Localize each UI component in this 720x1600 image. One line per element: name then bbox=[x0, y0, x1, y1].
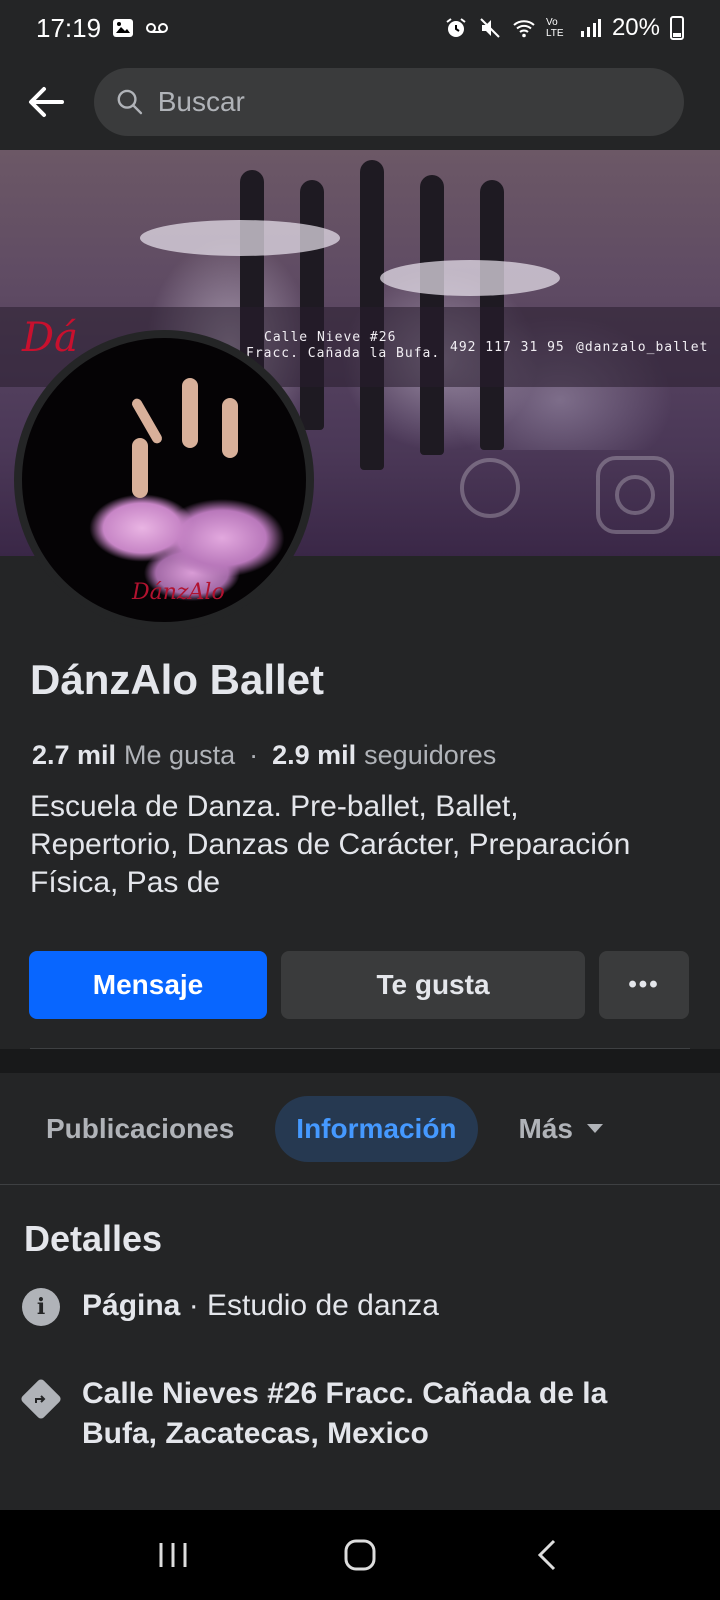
cover-address-line1: Calle Nieve #26 bbox=[264, 330, 397, 345]
detail-address[interactable]: Calle Nieves #26 Fracc. Cañada de la Buf… bbox=[19, 1374, 682, 1454]
recent-apps-icon bbox=[159, 1543, 187, 1567]
cover-tutu bbox=[140, 220, 340, 256]
alarm-icon bbox=[446, 18, 466, 37]
like-button[interactable]: Te gusta bbox=[281, 951, 585, 1019]
instagram-icon bbox=[596, 456, 674, 534]
detail-category: Estudio de danza bbox=[207, 1289, 439, 1322]
cover-logo: Dá bbox=[22, 315, 78, 361]
tab-about[interactable]: Información bbox=[275, 1095, 478, 1162]
avatar-dancer-arm bbox=[130, 396, 164, 446]
recent-apps-button[interactable] bbox=[143, 1525, 203, 1585]
chevron-left-icon bbox=[537, 1539, 555, 1571]
tab-about-label: Información bbox=[296, 1112, 457, 1144]
detail-separator: · bbox=[180, 1289, 208, 1322]
action-buttons: Mensaje Te gusta ••• bbox=[29, 951, 691, 1019]
search-icon bbox=[117, 89, 143, 115]
caret-down-icon bbox=[587, 1124, 603, 1133]
info-icon: i bbox=[22, 1288, 60, 1326]
arrow-left-icon bbox=[29, 87, 64, 117]
cover-address-line2: Fracc. Cañada la Bufa. bbox=[246, 346, 441, 361]
wifi-icon bbox=[513, 20, 535, 38]
section-separator bbox=[0, 1049, 720, 1073]
system-nav-bar bbox=[0, 1510, 720, 1600]
detail-address-text: Calle Nieves #26 Fracc. Cañada de la Buf… bbox=[82, 1377, 608, 1450]
status-time: 17:19 bbox=[36, 12, 102, 43]
signal-icon bbox=[580, 19, 601, 37]
home-icon bbox=[344, 1539, 376, 1571]
battery-icon bbox=[670, 16, 684, 40]
profile-tabs: Publicaciones Información Más bbox=[0, 1073, 720, 1185]
more-options-button[interactable]: ••• bbox=[599, 951, 689, 1019]
nav-back-button[interactable] bbox=[517, 1525, 577, 1585]
profile-picture[interactable]: DánzAlo bbox=[14, 330, 314, 630]
top-app-bar bbox=[0, 56, 720, 148]
cover-dancer bbox=[300, 180, 324, 430]
avatar-dancer bbox=[222, 398, 238, 458]
tab-posts-label: Publicaciones bbox=[46, 1112, 235, 1144]
battery-percent: 20% bbox=[611, 14, 660, 41]
gallery-icon bbox=[113, 19, 134, 37]
page-title: DánzAlo Ballet bbox=[30, 656, 325, 703]
detail-page-category: i Página · Estudio de danza bbox=[22, 1288, 439, 1326]
directions-icon bbox=[19, 1377, 63, 1421]
detail-page-label: Página bbox=[82, 1289, 181, 1322]
voicemail-icon bbox=[146, 23, 169, 33]
message-button[interactable]: Mensaje bbox=[29, 951, 267, 1019]
cover-phone: 492 117 31 95 bbox=[450, 340, 565, 355]
tab-posts[interactable]: Publicaciones bbox=[25, 1096, 255, 1162]
page-stats: 2.7 mil Me gusta · 2.9 mil seguidores bbox=[32, 740, 496, 771]
likes-count[interactable]: 2.7 mil bbox=[32, 740, 116, 771]
tab-more[interactable]: Más bbox=[498, 1096, 624, 1162]
avatar-dancer bbox=[132, 438, 148, 498]
cover-handle: @danzalo_ballet bbox=[576, 340, 709, 355]
details-heading: Detalles bbox=[24, 1218, 163, 1259]
avatar-signature: DánzAlo bbox=[132, 580, 225, 605]
avatar-dancer bbox=[182, 378, 198, 448]
whatsapp-icon bbox=[460, 458, 520, 518]
likes-label: Me gusta bbox=[124, 740, 236, 770]
cover-tutu bbox=[380, 260, 560, 296]
search-bar[interactable] bbox=[94, 68, 684, 136]
mute-icon bbox=[480, 18, 500, 38]
followers-label: seguidores bbox=[364, 740, 497, 770]
home-button[interactable] bbox=[330, 1525, 390, 1585]
tab-more-label: Más bbox=[518, 1112, 573, 1144]
back-button[interactable] bbox=[20, 76, 72, 128]
network-label: Vo LTE bbox=[545, 17, 564, 39]
cover-address: Calle Nieve #26 Fracc. Cañada la Bufa. bbox=[246, 330, 440, 362]
page-bio[interactable]: Escuela de Danza. Pre-ballet, Ballet, Re… bbox=[30, 788, 670, 902]
status-bar: 17:19 Vo LTE 20% bbox=[0, 0, 720, 56]
search-input[interactable] bbox=[157, 86, 662, 118]
stats-separator: · bbox=[249, 740, 259, 770]
followers-count[interactable]: 2.9 mil bbox=[272, 740, 356, 771]
